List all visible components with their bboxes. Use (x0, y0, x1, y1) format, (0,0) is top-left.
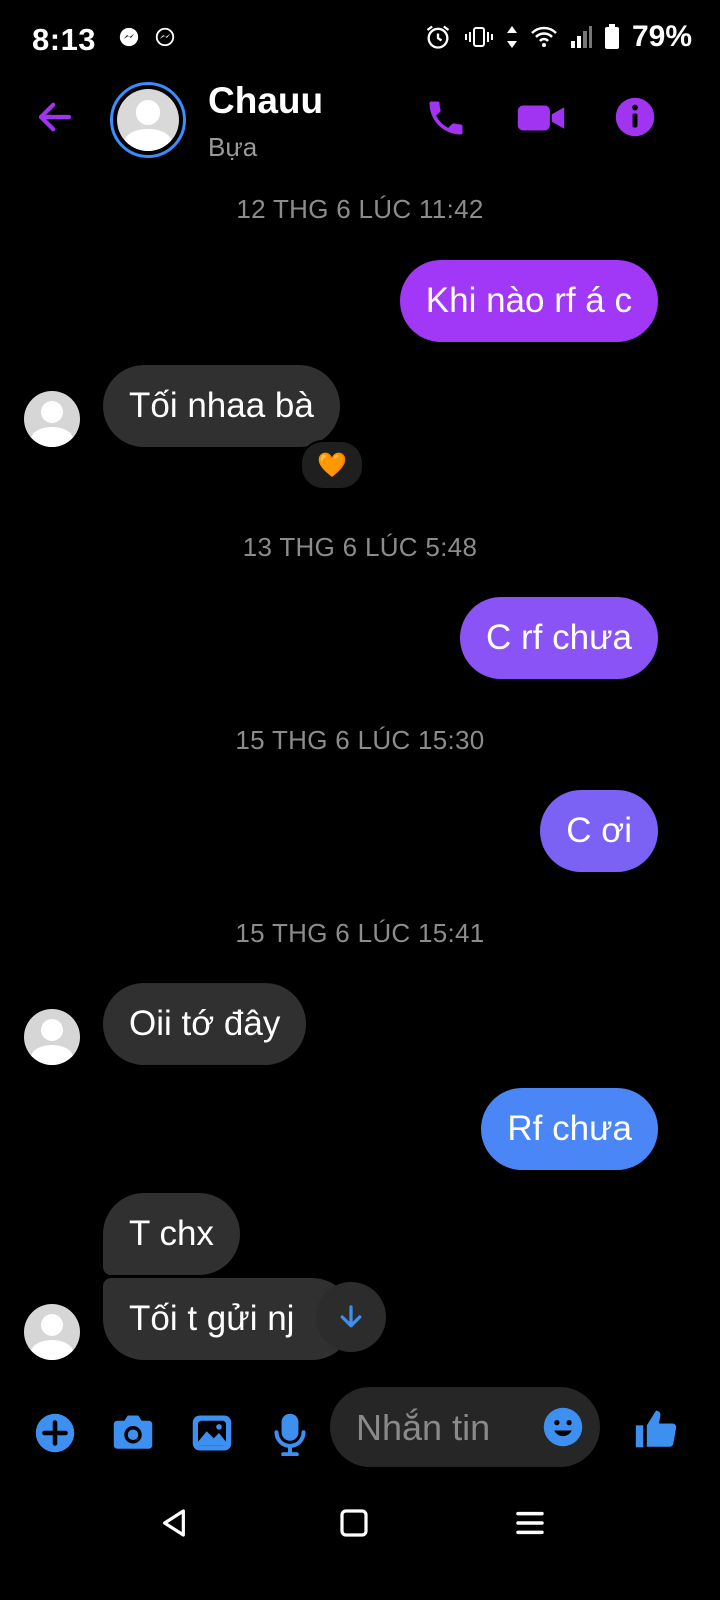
outgoing-message[interactable]: C ơi (540, 790, 658, 872)
timestamp: 12 THG 6 LÚC 11:42 (236, 194, 484, 224)
gallery-button[interactable] (190, 1412, 234, 1459)
camera-button[interactable] (110, 1412, 156, 1459)
phone-icon (429, 101, 463, 135)
back-button[interactable] (34, 96, 76, 143)
vibrate-icon (464, 27, 493, 47)
notification-icons (118, 26, 176, 48)
incoming-message[interactable]: Tối nhaa bà (103, 365, 340, 447)
signal-icon (570, 26, 592, 48)
camera-icon (113, 1415, 153, 1449)
info-icon (615, 97, 655, 137)
nav-recents-button[interactable] (514, 1506, 546, 1545)
menu-icon (516, 1511, 544, 1535)
outgoing-message[interactable]: C rf chưa (460, 597, 658, 679)
battery-icon (604, 24, 619, 49)
arrow-down-icon (340, 1305, 362, 1328)
messenger-icon (155, 27, 175, 47)
plus-icon (35, 1413, 75, 1453)
timestamp: 15 THG 6 LÚC 15:30 (235, 725, 485, 755)
emoji-button[interactable] (542, 1406, 584, 1453)
like-button[interactable] (634, 1406, 678, 1457)
incoming-message[interactable]: Oii tớ đây (103, 983, 307, 1065)
sender-avatar[interactable] (24, 391, 80, 447)
microphone-icon (274, 1413, 306, 1457)
contact-avatar[interactable] (110, 82, 186, 158)
status-time: 8:13 (32, 22, 97, 57)
back-arrow-icon (38, 102, 72, 132)
home-square-icon (340, 1509, 368, 1537)
back-triangle-icon (163, 1509, 185, 1537)
message-composer[interactable] (330, 1387, 600, 1469)
conversation-info-button[interactable] (614, 96, 656, 143)
data-arrows-icon (506, 26, 517, 48)
battery-percent: 79% (631, 20, 692, 53)
messenger-icon (119, 27, 139, 47)
voice-message-button[interactable] (272, 1412, 308, 1461)
timestamp: 15 THG 6 LÚC 15:41 (235, 918, 485, 948)
gallery-icon (192, 1415, 232, 1451)
contact-status: Bựa (208, 132, 258, 162)
like-icon (635, 1410, 677, 1448)
sender-avatar[interactable] (24, 1009, 80, 1065)
message-input[interactable] (354, 1387, 528, 1469)
outgoing-message[interactable]: Rf chưa (481, 1088, 658, 1170)
message-reaction[interactable]: 🧡 (300, 440, 364, 490)
alarm-icon (426, 25, 450, 49)
video-call-button[interactable] (516, 96, 566, 145)
avatar-image (117, 89, 179, 151)
contact-name[interactable]: Chauu (208, 80, 323, 122)
video-icon (517, 105, 565, 131)
more-actions-button[interactable] (34, 1412, 76, 1459)
voice-call-button[interactable] (424, 96, 468, 145)
wifi-icon (531, 26, 557, 47)
incoming-message[interactable]: T chx (103, 1193, 240, 1275)
system-status: 79% (424, 20, 692, 54)
scroll-to-bottom-button[interactable] (316, 1282, 386, 1352)
nav-home-button[interactable] (338, 1506, 370, 1545)
nav-back-button[interactable] (158, 1506, 190, 1545)
outgoing-message[interactable]: Khi nào rf á c (399, 260, 658, 342)
timestamp: 13 THG 6 LÚC 5:48 (242, 532, 478, 562)
sender-avatar[interactable] (24, 1304, 80, 1360)
emoji-icon (543, 1407, 583, 1447)
